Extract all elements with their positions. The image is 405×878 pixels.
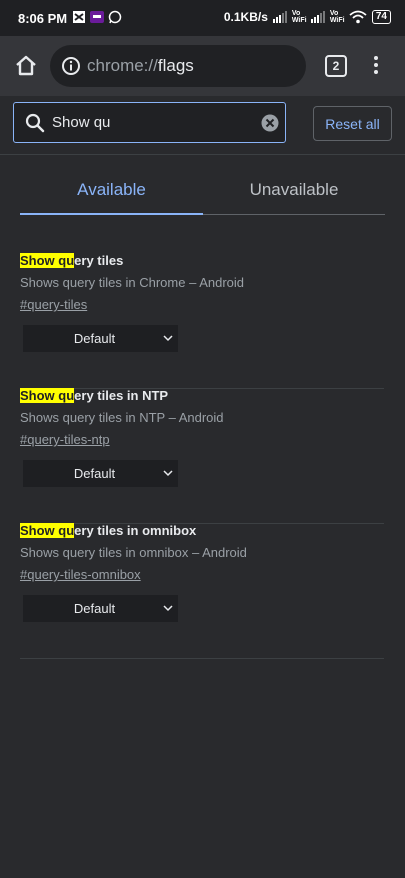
reset-all-button[interactable]: Reset all	[313, 106, 392, 141]
tab-switcher-button[interactable]: 2	[325, 55, 347, 77]
experiment-permalink[interactable]: #query-tiles-ntp	[20, 432, 110, 447]
chevron-down-icon	[163, 470, 173, 477]
tab-unavailable[interactable]: Unavailable	[203, 160, 385, 214]
experiment-state-select[interactable]: Default	[23, 460, 178, 487]
battery-icon: 74	[371, 10, 391, 24]
title-rest: ery tiles in omnibox	[74, 523, 197, 538]
chevron-down-icon	[163, 605, 173, 612]
signal-strength-icon	[310, 11, 325, 23]
experiment-title: Show query tiles in omnibox	[20, 523, 196, 538]
search-input[interactable]	[52, 111, 248, 133]
status-time: 8:06 PM	[18, 11, 68, 26]
notification-icons	[72, 10, 122, 24]
experiment-description: Shows query tiles in Chrome – Android	[20, 275, 245, 290]
clear-icon[interactable]	[261, 114, 279, 132]
experiment-permalink[interactable]: #query-tiles	[20, 297, 87, 312]
search-icon	[25, 113, 45, 133]
whatsapp-icon	[108, 10, 122, 24]
volte-label: Vo WiFi	[291, 10, 307, 24]
video-app-icon	[90, 11, 104, 23]
experiment-title: Show query tiles	[20, 253, 123, 268]
status-bar: 8:06 PM 0.1KB/s Vo WiFi Vo WiFi 74	[0, 0, 405, 36]
tab-available[interactable]: Available	[20, 160, 203, 214]
home-icon[interactable]	[12, 52, 40, 80]
url-text: chrome://flags	[87, 56, 194, 76]
search-highlight: Show qu	[20, 253, 75, 268]
experiment-query-tiles-omnibox: Show query tiles in omnibox Shows query …	[20, 523, 384, 659]
overflow-menu-icon[interactable]	[366, 54, 386, 78]
experiment-title: Show query tiles in NTP	[20, 388, 168, 403]
search-highlight: Show qu	[20, 388, 75, 403]
search-box[interactable]	[13, 102, 286, 143]
experiment-description: Shows query tiles in NTP – Android	[20, 410, 224, 425]
network-speed: 0.1KB/s	[223, 10, 268, 24]
tab-divider	[203, 214, 385, 215]
omnibox[interactable]: chrome://flags	[50, 45, 306, 87]
select-value: Default	[73, 331, 116, 346]
tab-selected-indicator	[20, 213, 203, 215]
status-indicators: 0.1KB/s Vo WiFi Vo WiFi 74	[224, 10, 391, 24]
volte-label: Vo WiFi	[329, 10, 345, 24]
wifi-icon	[349, 10, 367, 24]
search-highlight: Show qu	[20, 523, 75, 538]
select-value: Default	[73, 466, 116, 481]
experiment-query-tiles: Show query tiles Shows query tiles in Ch…	[20, 253, 384, 389]
chevron-down-icon	[163, 335, 173, 342]
experiment-query-tiles-ntp: Show query tiles in NTP Shows query tile…	[20, 388, 384, 524]
browser-toolbar: chrome://flags 2	[0, 36, 405, 96]
title-rest: ery tiles in NTP	[74, 388, 169, 403]
experiment-state-select[interactable]: Default	[23, 595, 178, 622]
app-notification-icon	[73, 11, 85, 23]
info-icon[interactable]	[61, 56, 81, 76]
experiment-permalink[interactable]: #query-tiles-omnibox	[20, 567, 141, 582]
title-rest: ery tiles	[74, 253, 124, 268]
signal-strength-icon	[272, 11, 287, 23]
experiment-state-select[interactable]: Default	[23, 325, 178, 352]
url-path: flags	[157, 56, 194, 75]
experiment-description: Shows query tiles in omnibox – Android	[20, 545, 247, 560]
flags-search-bar: Reset all	[0, 96, 405, 155]
select-value: Default	[73, 601, 116, 616]
url-scheme: chrome://	[87, 56, 158, 75]
